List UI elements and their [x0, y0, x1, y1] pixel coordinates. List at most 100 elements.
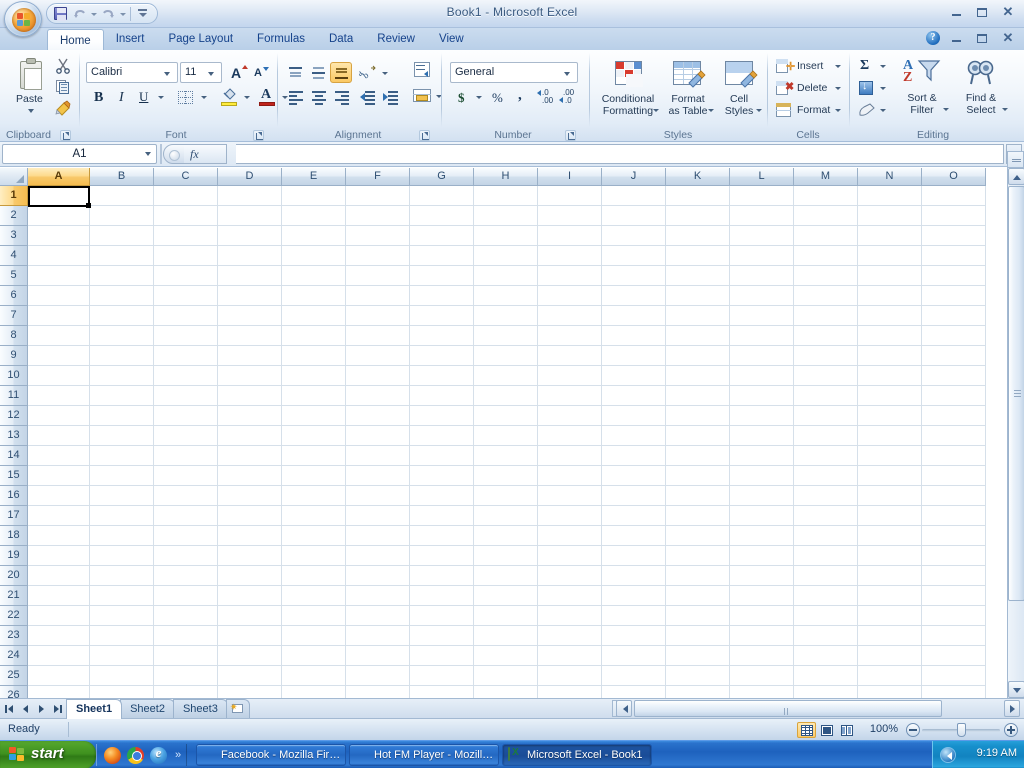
- cell-K3[interactable]: [666, 226, 730, 246]
- cell-O26[interactable]: [922, 686, 986, 698]
- cell-I10[interactable]: [538, 366, 602, 386]
- find-select-dropdown-icon[interactable]: [1002, 108, 1008, 111]
- decrease-decimal-button[interactable]: .00 .0: [556, 86, 578, 108]
- cell-I15[interactable]: [538, 466, 602, 486]
- row-header-19[interactable]: 19: [0, 546, 28, 566]
- cell-A8[interactable]: [28, 326, 90, 346]
- cell-G20[interactable]: [410, 566, 474, 586]
- first-sheet-button[interactable]: [2, 701, 17, 717]
- cell-A20[interactable]: [28, 566, 90, 586]
- cell-M3[interactable]: [794, 226, 858, 246]
- cut-button[interactable]: [52, 55, 72, 75]
- cell-M21[interactable]: [794, 586, 858, 606]
- select-all-corner[interactable]: [0, 168, 28, 186]
- cell-G22[interactable]: [410, 606, 474, 626]
- cell-K8[interactable]: [666, 326, 730, 346]
- cell-H15[interactable]: [474, 466, 538, 486]
- cell-I26[interactable]: [538, 686, 602, 698]
- cell-J7[interactable]: [602, 306, 666, 326]
- cell-H20[interactable]: [474, 566, 538, 586]
- cell-O11[interactable]: [922, 386, 986, 406]
- cell-N9[interactable]: [858, 346, 922, 366]
- number-format-dropdown-icon[interactable]: [561, 63, 574, 82]
- cell-C5[interactable]: [154, 266, 218, 286]
- close-button[interactable]: ✕: [996, 3, 1020, 21]
- cell-I11[interactable]: [538, 386, 602, 406]
- zoom-slider-thumb[interactable]: [957, 723, 966, 737]
- cell-H13[interactable]: [474, 426, 538, 446]
- merge-center-button[interactable]: [409, 84, 433, 106]
- task-hot-fm-player-firefox[interactable]: Hot FM Player - Mozill…: [349, 744, 499, 766]
- cell-H5[interactable]: [474, 266, 538, 286]
- cell-B22[interactable]: [90, 606, 154, 626]
- cell-E18[interactable]: [282, 526, 346, 546]
- tab-view[interactable]: View: [427, 28, 476, 50]
- cell-C4[interactable]: [154, 246, 218, 266]
- cell-D16[interactable]: [218, 486, 282, 506]
- middle-align-button[interactable]: [307, 62, 329, 83]
- cell-M14[interactable]: [794, 446, 858, 466]
- format-painter-button[interactable]: [52, 97, 72, 117]
- cell-J16[interactable]: [602, 486, 666, 506]
- minimize-button[interactable]: [944, 3, 968, 21]
- cell-B3[interactable]: [90, 226, 154, 246]
- row-header-14[interactable]: 14: [0, 446, 28, 466]
- row-header-7[interactable]: 7: [0, 306, 28, 326]
- cell-I3[interactable]: [538, 226, 602, 246]
- row-header-15[interactable]: 15: [0, 466, 28, 486]
- row-header-20[interactable]: 20: [0, 566, 28, 586]
- cell-M15[interactable]: [794, 466, 858, 486]
- tab-data[interactable]: Data: [317, 28, 365, 50]
- cell-M19[interactable]: [794, 546, 858, 566]
- cell-G13[interactable]: [410, 426, 474, 446]
- row-header-8[interactable]: 8: [0, 326, 28, 346]
- row-header-9[interactable]: 9: [0, 346, 28, 366]
- cell-C13[interactable]: [154, 426, 218, 446]
- cell-F4[interactable]: [346, 246, 410, 266]
- cell-L7[interactable]: [730, 306, 794, 326]
- cell-F1[interactable]: [346, 186, 410, 206]
- fill-dropdown-icon[interactable]: [876, 77, 888, 98]
- cell-J8[interactable]: [602, 326, 666, 346]
- cell-A5[interactable]: [28, 266, 90, 286]
- cell-J4[interactable]: [602, 246, 666, 266]
- cell-E23[interactable]: [282, 626, 346, 646]
- cell-B23[interactable]: [90, 626, 154, 646]
- cell-G21[interactable]: [410, 586, 474, 606]
- cell-L5[interactable]: [730, 266, 794, 286]
- cell-M22[interactable]: [794, 606, 858, 626]
- cell-E24[interactable]: [282, 646, 346, 666]
- cell-N11[interactable]: [858, 386, 922, 406]
- cell-J25[interactable]: [602, 666, 666, 686]
- cell-F25[interactable]: [346, 666, 410, 686]
- undo-icon[interactable]: [70, 5, 89, 23]
- column-header-m[interactable]: M: [794, 168, 858, 186]
- sheet-tab-sheet1[interactable]: Sheet1: [66, 699, 123, 719]
- cell-E3[interactable]: [282, 226, 346, 246]
- shrink-font-button[interactable]: A: [248, 62, 270, 83]
- cell-E8[interactable]: [282, 326, 346, 346]
- cell-D9[interactable]: [218, 346, 282, 366]
- row-header-11[interactable]: 11: [0, 386, 28, 406]
- cell-I19[interactable]: [538, 546, 602, 566]
- firefox-quicklaunch-icon[interactable]: [104, 746, 121, 764]
- cell-J3[interactable]: [602, 226, 666, 246]
- column-header-n[interactable]: N: [858, 168, 922, 186]
- autosum-button[interactable]: Σ: [854, 55, 876, 76]
- cell-styles-dropdown-icon[interactable]: [756, 109, 762, 112]
- cell-K9[interactable]: [666, 346, 730, 366]
- cell-C11[interactable]: [154, 386, 218, 406]
- cell-I17[interactable]: [538, 506, 602, 526]
- cell-O3[interactable]: [922, 226, 986, 246]
- cell-H2[interactable]: [474, 206, 538, 226]
- cell-M7[interactable]: [794, 306, 858, 326]
- row-header-22[interactable]: 22: [0, 606, 28, 626]
- cell-B18[interactable]: [90, 526, 154, 546]
- cell-J5[interactable]: [602, 266, 666, 286]
- start-button[interactable]: start: [0, 741, 96, 768]
- cell-M20[interactable]: [794, 566, 858, 586]
- cell-B20[interactable]: [90, 566, 154, 586]
- cell-C25[interactable]: [154, 666, 218, 686]
- cell-F13[interactable]: [346, 426, 410, 446]
- cell-L1[interactable]: [730, 186, 794, 206]
